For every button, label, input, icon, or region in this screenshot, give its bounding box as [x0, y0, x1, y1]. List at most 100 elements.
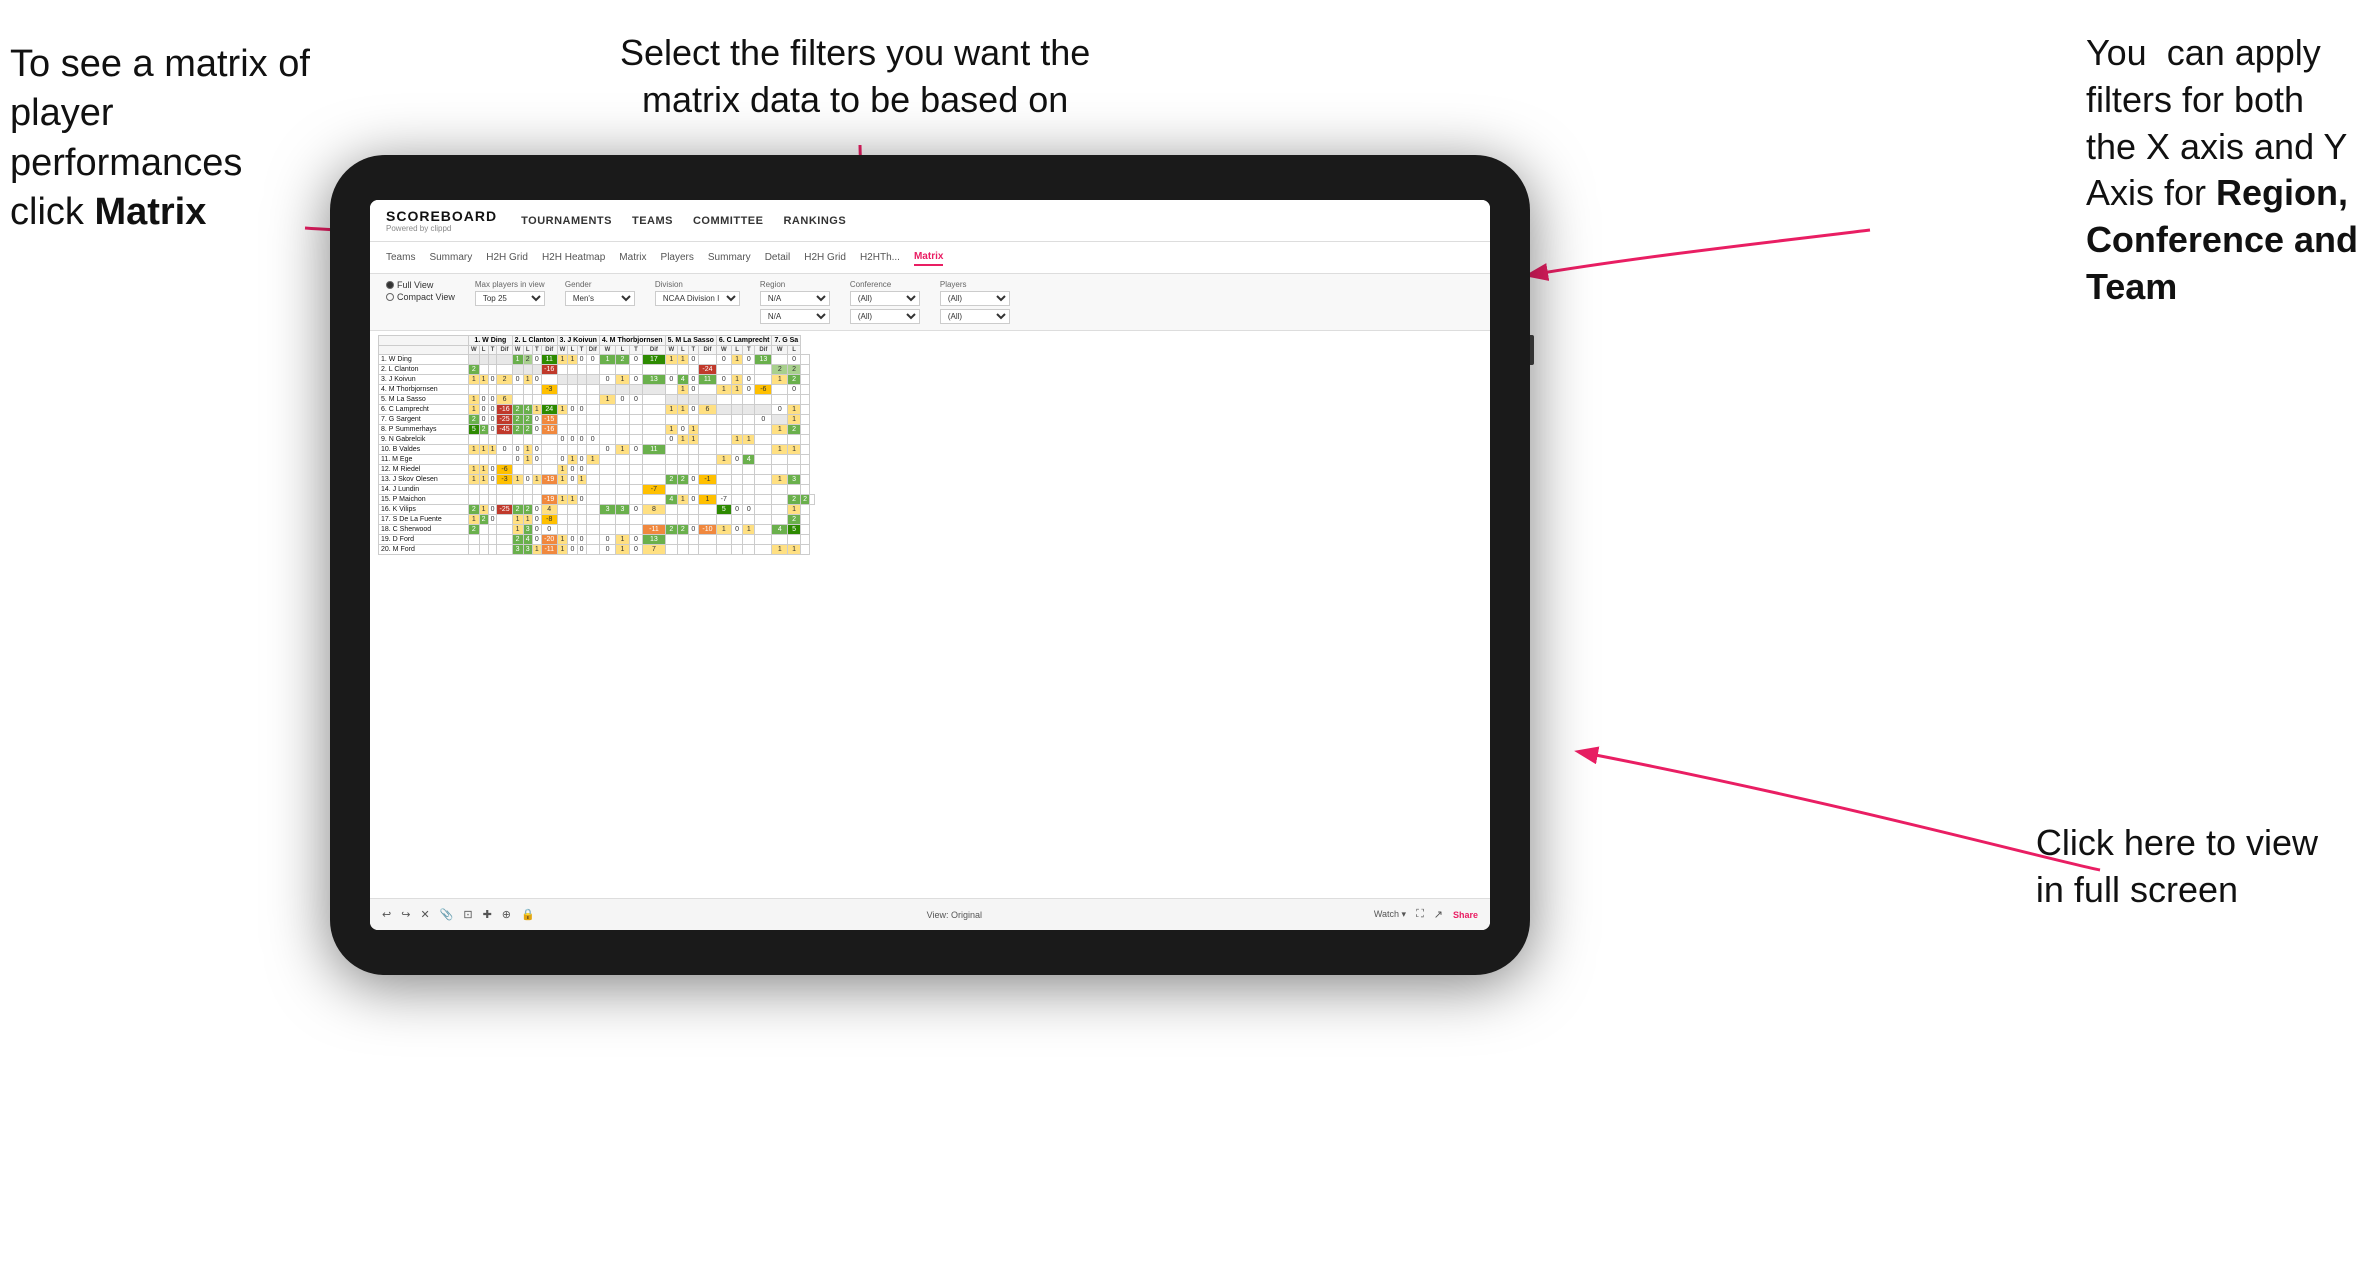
matrix-cell — [469, 435, 480, 445]
matrix-cell — [488, 535, 497, 545]
matrix-body: 1. W Ding120111100120171100101302. L Cla… — [379, 355, 815, 555]
subnav-summary2[interactable]: Summary — [708, 250, 751, 265]
subnav-players[interactable]: Players — [661, 250, 694, 265]
share-label[interactable]: Share — [1453, 910, 1478, 920]
matrix-cell: 2 — [788, 495, 801, 505]
add-icon[interactable]: ✚ — [483, 908, 492, 921]
matrix-cell: 2 — [479, 425, 488, 435]
matrix-cell — [688, 465, 698, 475]
matrix-cell — [629, 465, 643, 475]
matrix-cell: -3 — [541, 385, 557, 395]
matrix-cell — [743, 545, 755, 555]
matrix-cell — [599, 455, 615, 465]
matrix-cell — [532, 495, 541, 505]
full-view-radio[interactable]: Full View — [386, 280, 455, 290]
matrix-cell — [586, 425, 599, 435]
matrix-cell — [755, 425, 772, 435]
redo-icon[interactable]: ↪ — [401, 908, 410, 921]
matrix-cell — [557, 505, 568, 515]
subnav-detail[interactable]: Detail — [765, 250, 791, 265]
subnav-teams[interactable]: Teams — [386, 250, 415, 265]
matrix-cell: -11 — [643, 525, 665, 535]
matrix-cell — [469, 495, 480, 505]
matrix-cell: 1 — [479, 465, 488, 475]
max-players-select[interactable]: Top 25 — [475, 291, 545, 306]
matrix-cell: 1 — [523, 445, 532, 455]
matrix-cell: 3 — [512, 545, 523, 555]
matrix-cell: 0 — [716, 355, 731, 365]
compact-view-radio[interactable]: Compact View — [386, 292, 455, 302]
matrix-cell — [665, 395, 678, 405]
matrix-cell — [665, 415, 678, 425]
subnav-matrix[interactable]: Matrix — [619, 250, 646, 265]
division-select[interactable]: NCAA Division I — [655, 291, 740, 306]
clip-icon[interactable]: 📎 — [440, 908, 454, 921]
compact-view-dot — [386, 293, 394, 301]
matrix-cell — [665, 485, 678, 495]
matrix-cell — [488, 525, 497, 535]
view-selector: Full View Compact View — [386, 280, 455, 302]
share-icon[interactable]: ↗ — [1434, 908, 1443, 921]
fullscreen-icon[interactable]: ⛶ — [1416, 908, 1424, 921]
matrix-cell — [772, 415, 788, 425]
matrix-cell: 13 — [643, 535, 665, 545]
subnav-summary[interactable]: Summary — [429, 250, 472, 265]
matrix-cell — [716, 515, 731, 525]
matrix-cell: 0 — [488, 465, 497, 475]
matrix-cell — [577, 445, 586, 455]
conference-select[interactable]: (All) — [850, 291, 920, 306]
target-icon[interactable]: ⊕ — [502, 908, 511, 921]
close-icon[interactable]: ✕ — [420, 908, 429, 921]
matrix-cell: 0 — [532, 515, 541, 525]
tablet-frame: SCOREBOARD Powered by clippd TOURNAMENTS… — [330, 155, 1530, 975]
players-select2[interactable]: (All) — [940, 309, 1010, 324]
table-row: 6. C Lamprecht100-1624124100110601 — [379, 405, 815, 415]
matrix-cell — [678, 365, 688, 375]
nav-tournaments[interactable]: TOURNAMENTS — [521, 215, 612, 227]
matrix-cell — [801, 375, 810, 385]
nav-rankings[interactable]: RANKINGS — [783, 215, 846, 227]
matrix-cell: 0 — [629, 375, 643, 385]
region-select2[interactable]: N/A — [760, 309, 830, 324]
matrix-cell — [788, 535, 801, 545]
matrix-cell — [801, 415, 810, 425]
players-select[interactable]: (All) — [940, 291, 1010, 306]
grid-icon[interactable]: ⊡ — [463, 908, 472, 921]
region-select[interactable]: N/A — [760, 291, 830, 306]
lock-icon[interactable]: 🔒 — [521, 908, 535, 921]
matrix-cell: 0 — [479, 415, 488, 425]
matrix-cell — [577, 505, 586, 515]
subnav-h2h-heatmap[interactable]: H2H Heatmap — [542, 250, 605, 265]
matrix-cell — [772, 515, 788, 525]
matrix-cell: 5 — [788, 525, 801, 535]
nav-committee[interactable]: COMMITTEE — [693, 215, 764, 227]
subnav-h2hth[interactable]: H2HTh... — [860, 250, 900, 265]
matrix-cell: 1 — [788, 415, 801, 425]
matrix-cell — [557, 395, 568, 405]
matrix-cell — [743, 415, 755, 425]
subnav-h2h-grid[interactable]: H2H Grid — [486, 250, 528, 265]
matrix-cell: 0 — [599, 545, 615, 555]
nav-teams[interactable]: TEAMS — [632, 215, 673, 227]
matrix-cell — [801, 385, 810, 395]
matrix-cell: 4 — [743, 455, 755, 465]
undo-icon[interactable]: ↩ — [382, 908, 391, 921]
subnav-h2h-grid2[interactable]: H2H Grid — [804, 250, 846, 265]
matrix-cell — [743, 475, 755, 485]
gender-select[interactable]: Men's — [565, 291, 635, 306]
matrix-cell: 2 — [678, 475, 688, 485]
subnav-matrix-active[interactable]: Matrix — [914, 249, 943, 266]
matrix-cell — [688, 515, 698, 525]
matrix-cell: 1 — [788, 445, 801, 455]
matrix-cell — [665, 535, 678, 545]
conference-select2[interactable]: (All) — [850, 309, 920, 324]
matrix-cell: -6 — [497, 465, 512, 475]
watch-button[interactable]: Watch ▾ — [1374, 909, 1406, 920]
matrix-cell: 2 — [788, 375, 801, 385]
col-header-wding: 1. W Ding — [469, 336, 513, 346]
matrix-cell — [479, 535, 488, 545]
matrix-cell: 1 — [665, 405, 678, 415]
matrix-cell — [616, 485, 630, 495]
matrix-cell: 1 — [568, 455, 577, 465]
matrix-cell: 4 — [665, 495, 678, 505]
